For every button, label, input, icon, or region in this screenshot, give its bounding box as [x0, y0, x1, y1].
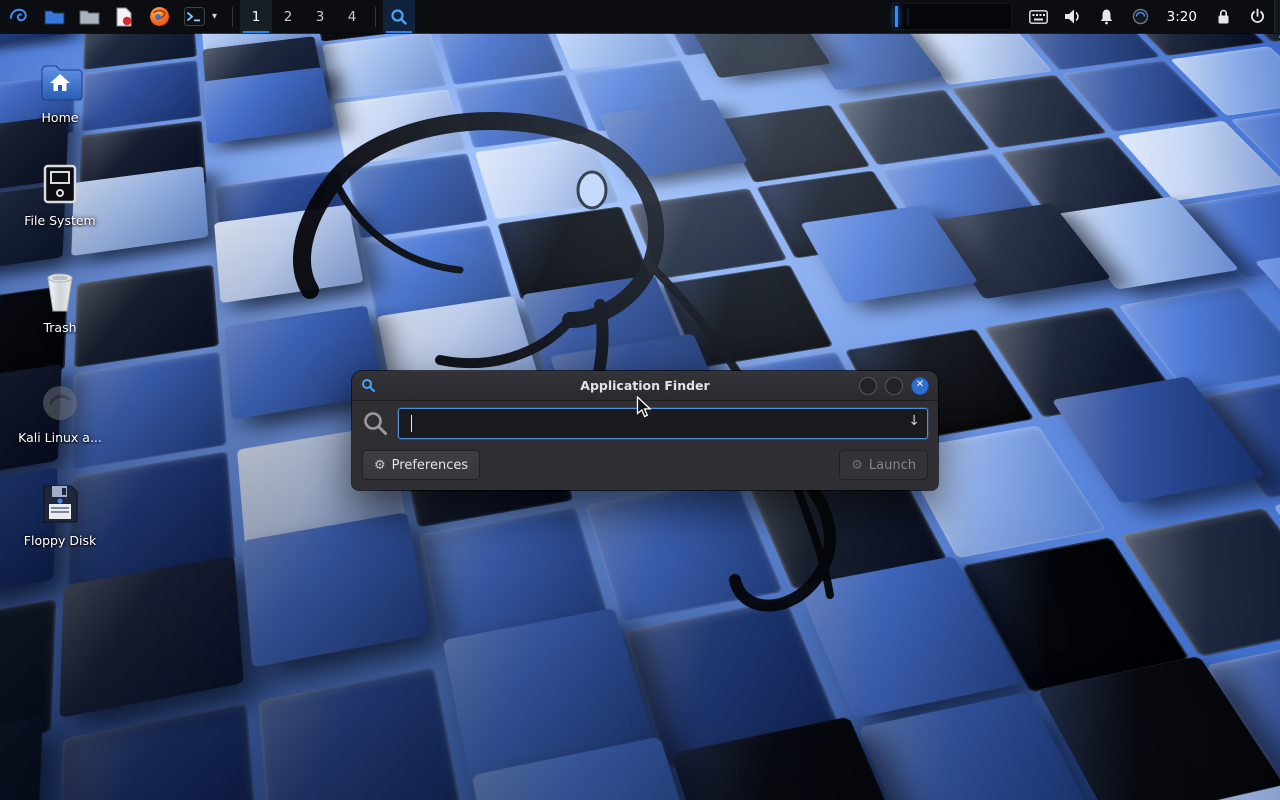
clock[interactable]: 3:20: [1158, 9, 1206, 25]
status-circle-icon: [1132, 8, 1149, 25]
wallpaper-tile: [58, 703, 259, 800]
keyboard-icon: [1029, 10, 1048, 24]
panel-separator: [232, 7, 233, 27]
launch-label: Launch: [869, 458, 916, 473]
firefox-launcher[interactable]: [148, 6, 170, 28]
app-finder-window-icon: [361, 378, 376, 393]
desktop-icon-label: File System: [5, 213, 115, 228]
lock-icon: [1216, 8, 1231, 25]
search-icon: [362, 410, 389, 437]
search-icon: [390, 8, 408, 26]
wallpaper-tile: [214, 204, 363, 303]
blue-folder-icon: [44, 8, 65, 26]
desktop-icon-filesystem[interactable]: File System: [5, 158, 115, 228]
cpu-graph: [907, 8, 1005, 25]
show-desktop-strip[interactable]: [1274, 0, 1280, 33]
kali-menu-button[interactable]: [8, 6, 30, 28]
panel-separator: [375, 7, 376, 27]
search-input[interactable]: [398, 408, 928, 439]
wallpaper-tile: [585, 479, 783, 623]
wallpaper-tile: [203, 67, 334, 144]
kali-logo-icon: [8, 6, 30, 28]
speaker-icon: [1063, 8, 1082, 25]
trash-icon: [5, 265, 115, 313]
titlebar[interactable]: Application Finder ✕: [352, 371, 938, 401]
desktop-icon-trash[interactable]: Trash: [5, 265, 115, 335]
workspace-1[interactable]: 1: [240, 0, 272, 33]
filesystem-icon: [5, 158, 115, 206]
desktop-icon-home[interactable]: Home: [5, 55, 115, 125]
kali-app-icon: [5, 375, 115, 423]
notifications[interactable]: [1090, 0, 1124, 33]
wallpaper-tile: [242, 512, 430, 667]
desktop-icon-label: Floppy Disk: [5, 533, 115, 548]
desktop-icon-floppy[interactable]: Floppy Disk: [5, 478, 115, 548]
desktop-icon-label: Kali Linux a...: [5, 430, 115, 445]
wallpaper-tile: [455, 74, 590, 148]
folder-launcher[interactable]: [78, 6, 100, 28]
system-monitor-applet[interactable]: [892, 3, 1012, 30]
minimize-button[interactable]: [859, 377, 877, 395]
close-button[interactable]: ✕: [911, 377, 929, 395]
wallpaper-tile: [334, 89, 466, 165]
launch-icon: ⚙: [851, 458, 863, 473]
document-icon: [115, 7, 133, 27]
maximize-button[interactable]: [885, 377, 903, 395]
home-icon: [5, 55, 115, 103]
cpu-usage-bar: [895, 6, 898, 27]
workspace-switcher: 1 2 3 4: [240, 0, 368, 33]
workspace-2[interactable]: 2: [272, 0, 304, 33]
text-caret: [411, 415, 412, 432]
wallpaper-tile: [347, 153, 488, 238]
screen-lock[interactable]: [1206, 0, 1240, 33]
workspace-3[interactable]: 3: [304, 0, 336, 33]
wallpaper-tile: [322, 32, 447, 100]
terminal-icon: [184, 7, 205, 26]
keyboard-indicator[interactable]: [1022, 0, 1056, 33]
file-manager-launcher[interactable]: [43, 6, 65, 28]
volume-control[interactable]: [1056, 0, 1090, 33]
desktop-icon-label: Trash: [5, 320, 115, 335]
bell-icon: [1098, 8, 1115, 25]
taskbar-application-finder[interactable]: [383, 0, 415, 33]
status-indicator[interactable]: [1124, 0, 1158, 33]
power-icon: [1249, 8, 1266, 25]
application-finder-window: Application Finder ✕ ↓: [352, 371, 938, 490]
workspace-4[interactable]: 4: [336, 0, 368, 33]
desktop-icon-label: Home: [5, 110, 115, 125]
terminal-menu-caret-icon[interactable]: ▾: [212, 11, 217, 22]
desktop-icon-kali-linux[interactable]: Kali Linux a...: [5, 375, 115, 445]
top-panel: ▾ 1 2 3 4: [0, 0, 1280, 33]
wallpaper-tile: [0, 716, 43, 800]
floppy-icon: [5, 478, 115, 526]
wallpaper-tile: [258, 667, 462, 800]
firefox-icon: [149, 6, 170, 27]
launch-button[interactable]: ⚙ Launch: [839, 450, 928, 480]
desktop[interactable]: Home File System Trash: [0, 0, 1280, 800]
preferences-button[interactable]: ⚙ Preferences: [362, 450, 480, 480]
wallpaper-tile: [599, 99, 748, 179]
logout-button[interactable]: [1240, 0, 1274, 33]
preferences-label: Preferences: [392, 458, 468, 473]
grey-folder-icon: [79, 8, 100, 26]
terminal-launcher[interactable]: [183, 6, 205, 28]
wallpaper-tile: [475, 137, 620, 220]
gear-icon: ⚙: [374, 458, 386, 473]
window-title: Application Finder: [352, 378, 938, 393]
text-editor-launcher[interactable]: [113, 6, 135, 28]
